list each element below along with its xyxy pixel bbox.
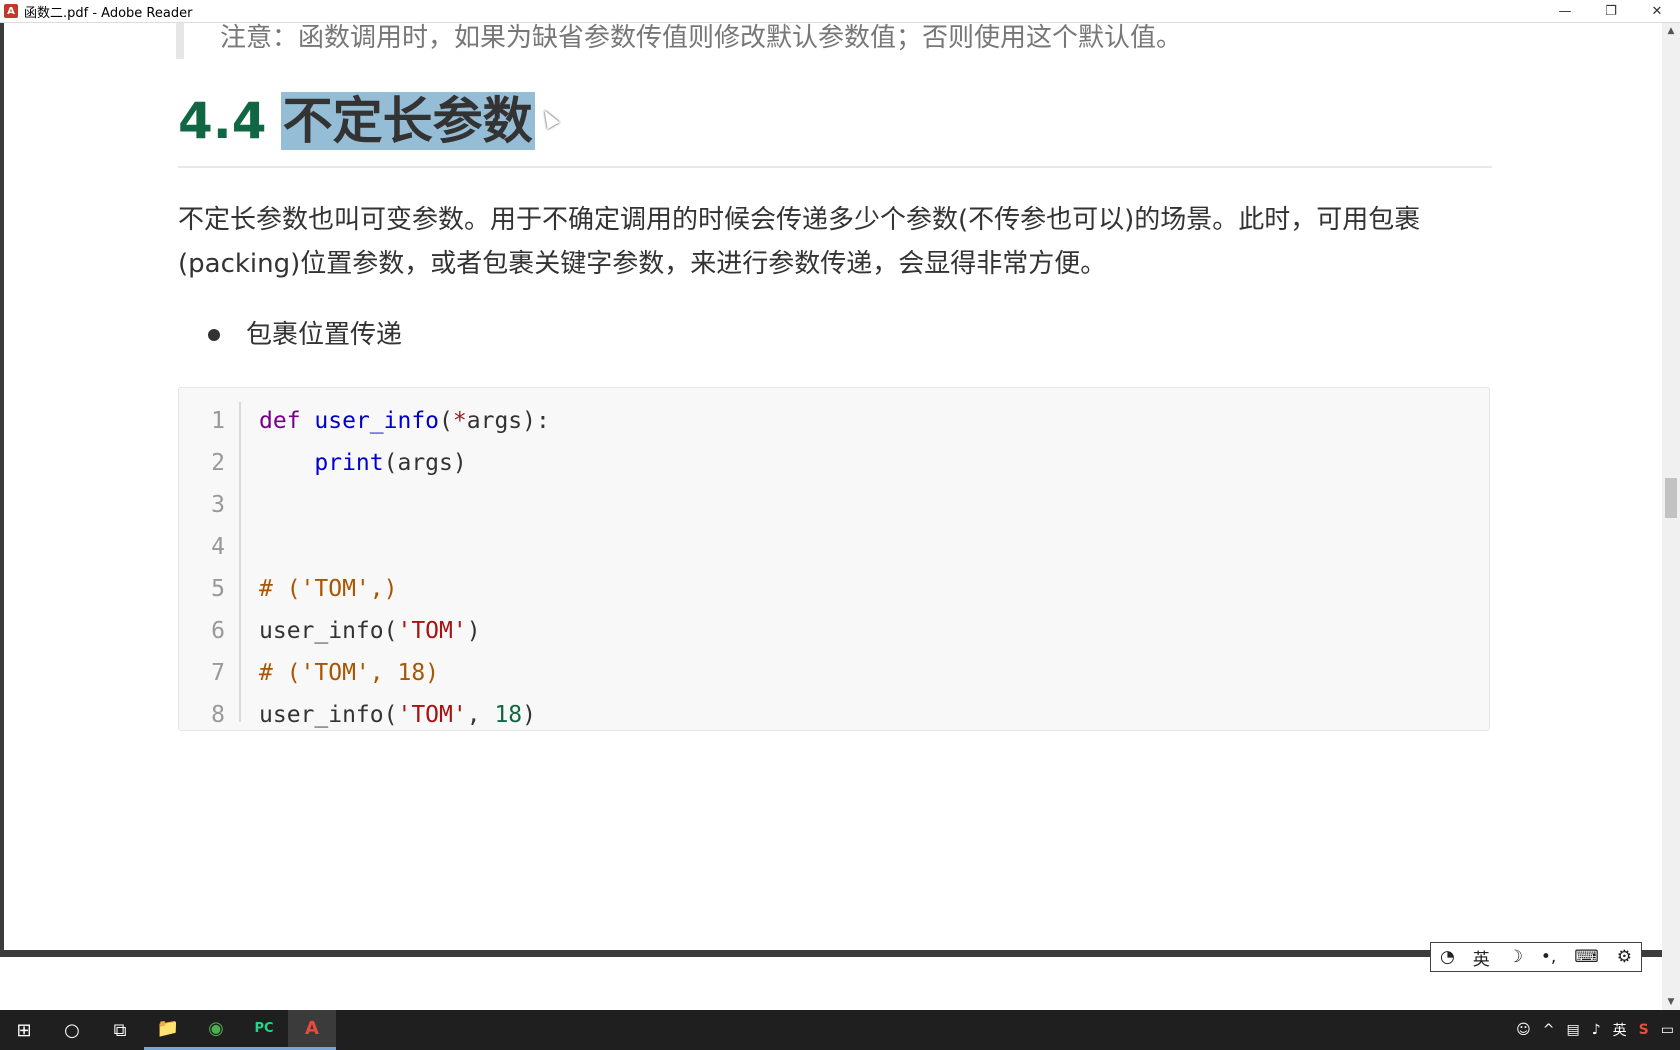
ime-mode-toggle[interactable]: 英 — [1473, 945, 1490, 970]
bullet-item: 包裹位置传递 — [208, 313, 402, 357]
bullet-dot-icon — [208, 329, 220, 341]
title-bar: A 函数二.pdf - Adobe Reader — ❐ ✕ — [0, 0, 1680, 23]
heading-number: 4.4 — [178, 92, 267, 150]
ime-logo-icon[interactable]: ◔ — [1440, 947, 1455, 967]
file-explorer-icon[interactable]: 📁 — [144, 1010, 192, 1050]
heading-selected-text[interactable]: 不定长参数 — [280, 92, 535, 150]
gear-icon[interactable]: ⚙ — [1617, 947, 1632, 967]
description-paragraph: 不定长参数也叫可变参数。用于不确定调用的时候会传递多少个参数(不传参也可以)的场… — [178, 205, 1421, 279]
document-view[interactable]: 注意：函数调用时，如果为缺省参数传值则修改默认参数值；否则使用这个默认值。 4.… — [0, 23, 1662, 950]
chevron-up-icon[interactable]: ^ — [1543, 1022, 1555, 1038]
bullet-text: 包裹位置传递 — [246, 320, 403, 350]
moon-icon[interactable]: ☽ — [1508, 947, 1523, 967]
scroll-thumb[interactable] — [1665, 478, 1677, 518]
people-icon[interactable]: ☺ — [1516, 1022, 1531, 1038]
line-number: 3 — [211, 492, 225, 518]
adobe-reader-taskbar-icon[interactable]: A — [288, 1010, 336, 1050]
line-number: 1 — [211, 408, 225, 434]
line-number: 2 — [211, 450, 225, 476]
minimize-button[interactable]: — — [1542, 0, 1588, 22]
network-icon[interactable]: ▤ — [1567, 1022, 1580, 1038]
code-line: # ('TOM',) — [259, 576, 398, 602]
window-title: 函数二.pdf - Adobe Reader — [24, 5, 193, 21]
scroll-down-arrow-icon[interactable]: ▼ — [1662, 994, 1680, 1010]
task-view-icon[interactable]: ⧉ — [96, 1010, 144, 1050]
code-line: user_info('TOM') — [259, 618, 481, 644]
search-icon[interactable]: ○ — [48, 1010, 96, 1050]
sogou-icon[interactable]: S — [1639, 1022, 1649, 1038]
line-number: 7 — [211, 660, 225, 686]
chrome-icon[interactable]: ◉ — [192, 1010, 240, 1050]
line-number: 4 — [211, 534, 225, 560]
line-number: 6 — [211, 618, 225, 644]
taskbar: ⊞ ○ ⧉ 📁 ◉ PC A ☺ ^ ▤ ♪ 英 S ▭ — [0, 1010, 1680, 1050]
line-number: 5 — [211, 576, 225, 602]
ime-toolbar: ◔ 英 ☽ •, ⌨ ⚙ — [1430, 942, 1642, 972]
pycharm-icon[interactable]: PC — [240, 1010, 288, 1050]
punctuation-icon[interactable]: •, — [1541, 947, 1556, 967]
volume-icon[interactable]: ♪ — [1592, 1022, 1601, 1038]
note-quote: 注意：函数调用时，如果为缺省参数传值则修改默认参数值；否则使用这个默认值。 — [176, 23, 1182, 59]
heading-divider — [178, 166, 1492, 168]
system-tray: ☺ ^ ▤ ♪ 英 S ▭ — [1510, 1010, 1680, 1050]
line-number: 8 — [211, 702, 225, 728]
window-controls: — ❐ ✕ — [1542, 0, 1680, 22]
mouse-cursor-icon — [538, 106, 560, 130]
windows-start-icon[interactable]: ⊞ — [0, 1010, 48, 1050]
page-separator — [0, 950, 1662, 957]
keyboard-icon[interactable]: ⌨ — [1574, 947, 1599, 967]
adobe-reader-icon: A — [4, 4, 18, 18]
code-line: def user_info(*args): — [259, 408, 550, 434]
code-block: 1 2 3 4 5 6 7 8 def user_info(*args): pr… — [178, 387, 1490, 731]
language-indicator[interactable]: 英 — [1613, 1020, 1627, 1040]
section-heading: 4.4 不定长参数 — [178, 89, 535, 153]
code-line: user_info('TOM', 18) — [259, 702, 536, 728]
vertical-scrollbar[interactable]: ▲ ▼ — [1662, 23, 1680, 1010]
next-page — [4, 957, 1662, 1010]
code-line: print(args) — [314, 450, 467, 476]
code-line: # ('TOM', 18) — [259, 660, 440, 686]
scroll-up-arrow-icon[interactable]: ▲ — [1662, 23, 1680, 39]
restore-button[interactable]: ❐ — [1588, 0, 1634, 22]
close-button[interactable]: ✕ — [1634, 0, 1680, 22]
notification-icon[interactable]: ▭ — [1661, 1022, 1674, 1038]
